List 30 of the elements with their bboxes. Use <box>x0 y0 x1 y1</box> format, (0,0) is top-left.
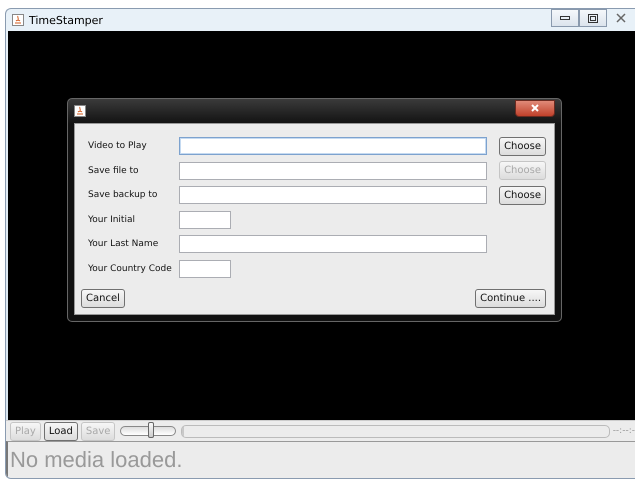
continue-button[interactable]: Continue .... <box>475 289 546 308</box>
window-title: TimeStamper <box>29 14 103 26</box>
input-field[interactable] <box>179 235 487 254</box>
choose-button[interactable]: Choose <box>499 186 546 205</box>
status-text: No media loaded. <box>10 447 182 473</box>
minimize-icon <box>560 16 570 20</box>
field-label: Save backup to <box>87 190 158 200</box>
choose-button[interactable]: Choose <box>499 136 546 156</box>
maximize-button[interactable] <box>579 9 607 27</box>
restore-icon <box>588 14 598 22</box>
field-label: Your Country Code <box>87 264 173 274</box>
java-icon <box>74 105 86 117</box>
input-field[interactable] <box>179 186 487 204</box>
input-field[interactable] <box>179 162 487 180</box>
time-label: --:--:- <box>612 426 635 436</box>
input-field[interactable] <box>179 260 231 278</box>
minimize-button[interactable] <box>551 9 579 27</box>
field-label: Video to Play <box>87 141 148 152</box>
toolbar-button[interactable]: Load <box>44 422 78 440</box>
slider-thumb[interactable] <box>148 422 154 438</box>
field-label: Your Initial <box>87 214 136 225</box>
java-icon <box>12 14 24 26</box>
input-field[interactable] <box>179 137 487 156</box>
field-label: Save file to <box>87 166 140 176</box>
close-icon <box>531 104 539 112</box>
cancel-button[interactable]: Cancel <box>81 289 125 308</box>
close-icon <box>616 13 626 23</box>
close-button[interactable] <box>515 100 555 116</box>
input-field[interactable] <box>179 210 231 229</box>
field-label: Your Last Name <box>87 239 160 250</box>
